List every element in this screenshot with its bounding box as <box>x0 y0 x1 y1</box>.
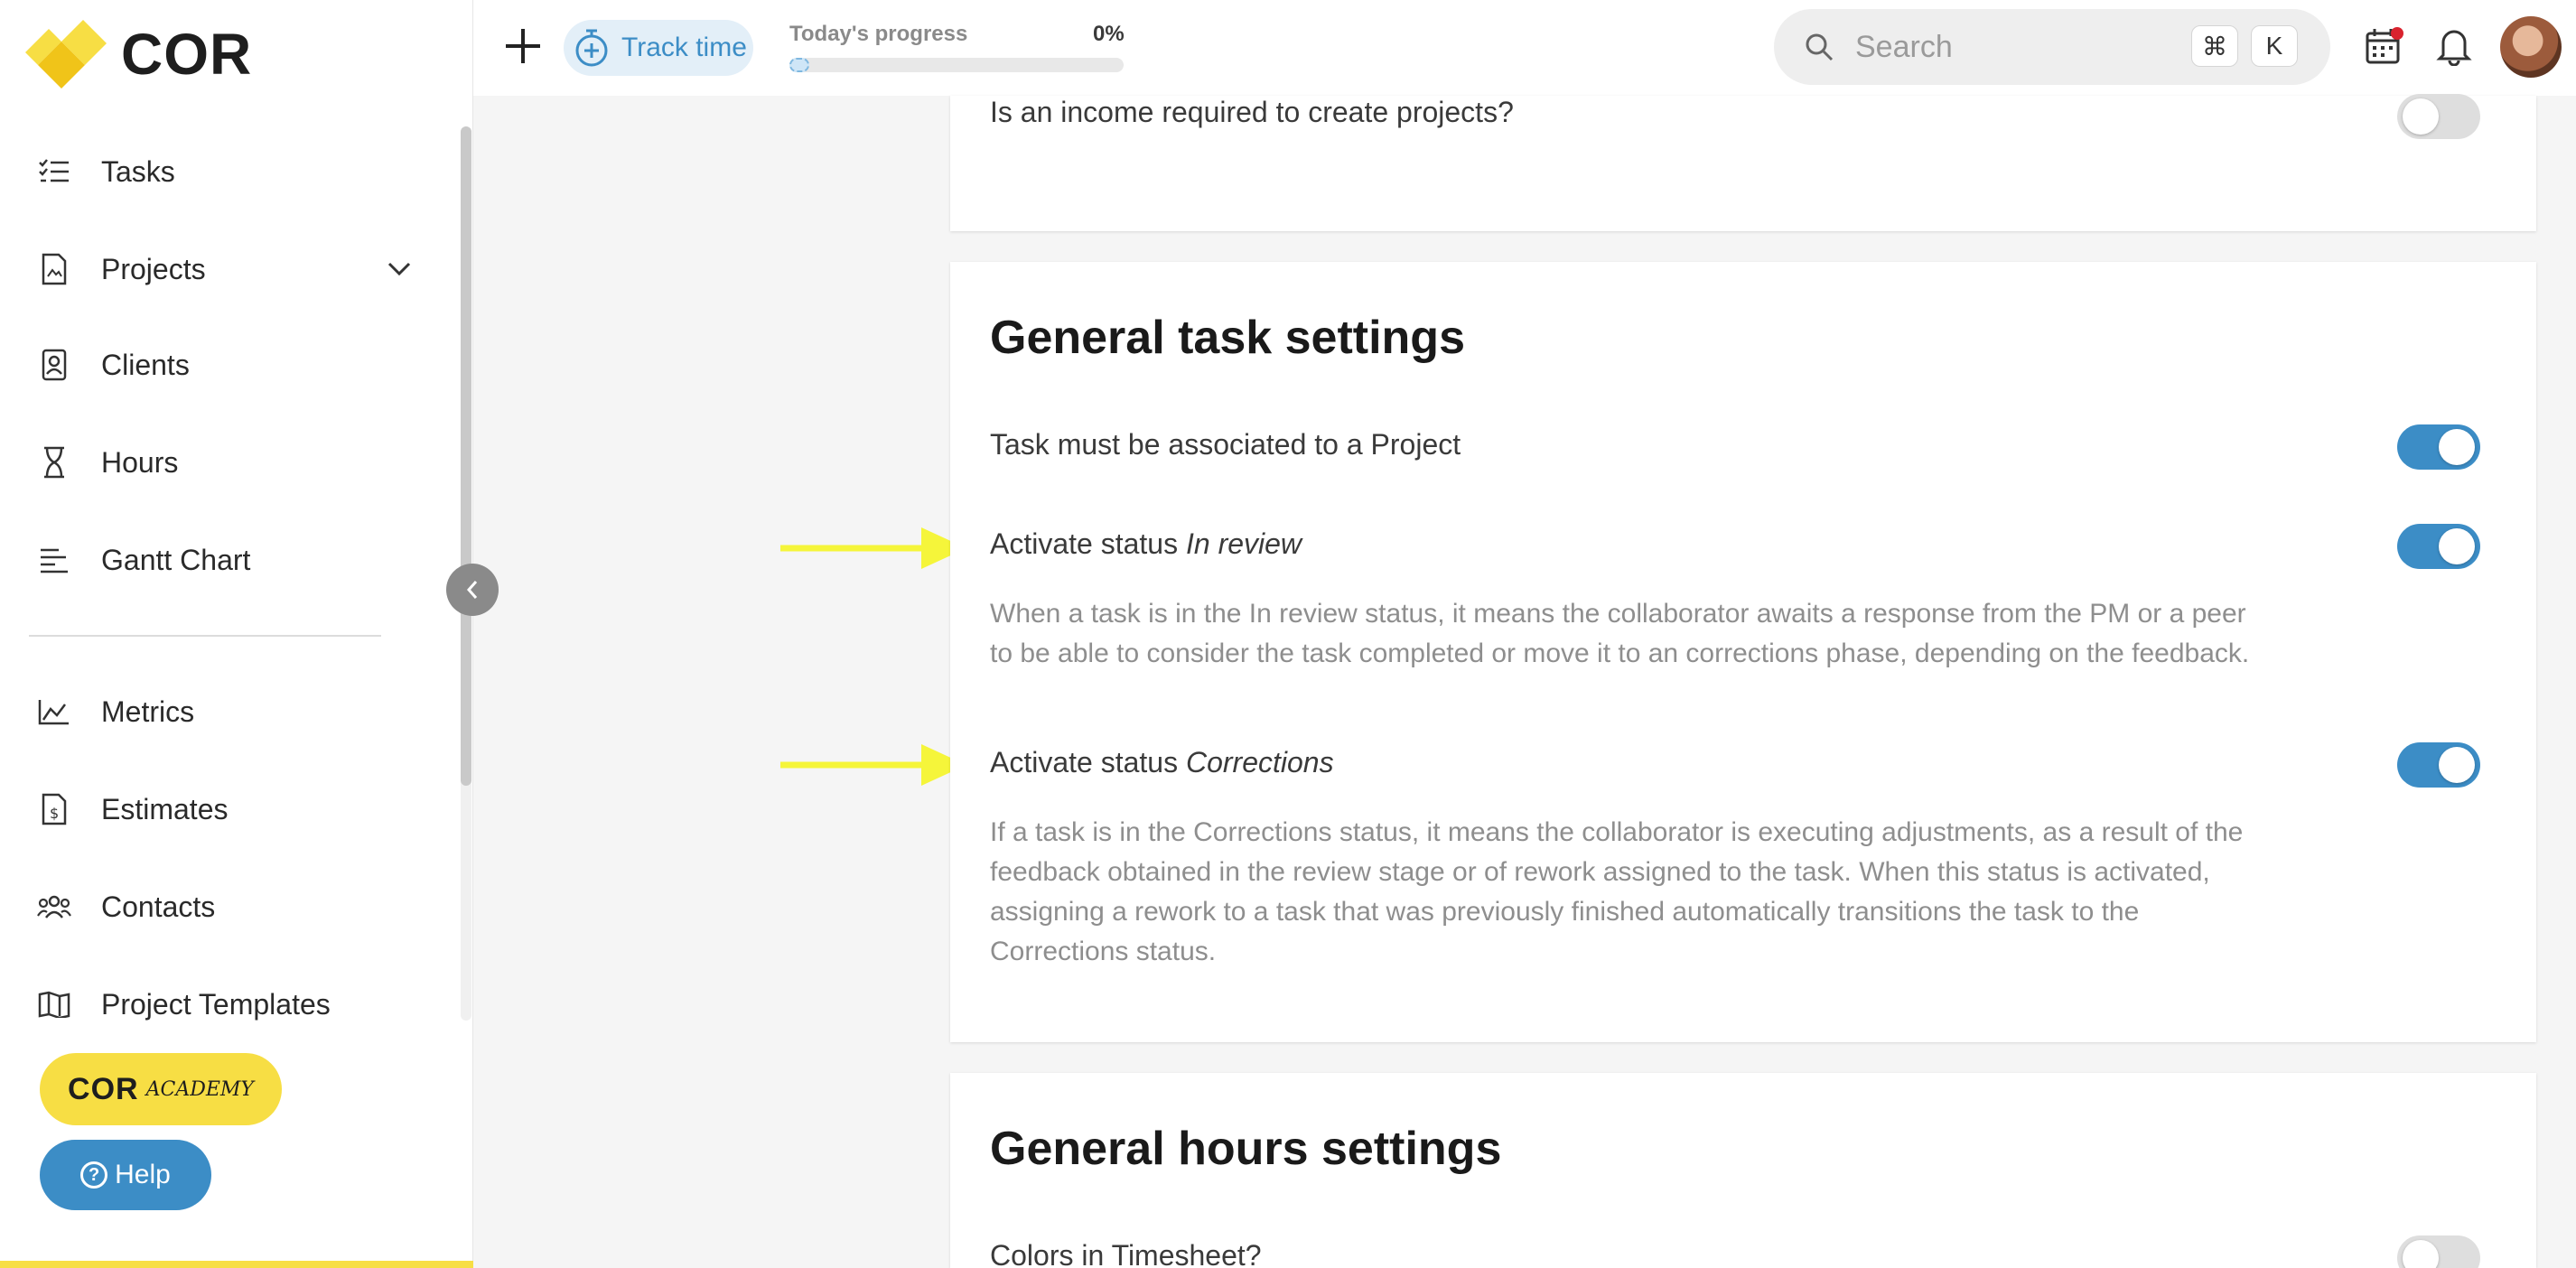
cor-logo-icon <box>25 20 107 89</box>
templates-icon <box>36 986 72 1022</box>
question-icon: ? <box>80 1161 108 1189</box>
setting-label-corrections: Activate status Corrections <box>990 746 1334 779</box>
track-time-label: Track time <box>621 33 747 62</box>
metrics-icon <box>36 694 72 730</box>
sidebar-item-label: Project Templates <box>101 987 331 1021</box>
toggle-knob <box>2403 1240 2439 1268</box>
search-input[interactable] <box>1855 29 2180 65</box>
user-avatar[interactable] <box>2500 16 2562 78</box>
sidebar-bottom-strip <box>0 1261 473 1268</box>
top-bar: Track time Today's progress 0% ⌘ K <box>473 0 2576 96</box>
setting-label: Colors in Timesheet? <box>990 1239 1262 1268</box>
sidebar-divider <box>29 635 381 637</box>
setting-description: When a task is in the In review status, … <box>990 599 2250 668</box>
toggle-knob <box>2439 747 2475 783</box>
tasks-list-icon <box>36 154 72 190</box>
in-review-status-toggle[interactable] <box>2397 524 2480 569</box>
setting-label: Task must be associated to a Project <box>990 428 1461 461</box>
corrections-status-toggle[interactable] <box>2397 742 2480 788</box>
sidebar-item-hours[interactable]: Hours <box>36 426 415 499</box>
sidebar-item-label: Metrics <box>101 695 195 728</box>
toggle-knob <box>2403 98 2439 135</box>
toggle-knob <box>2439 528 2475 564</box>
sidebar-item-metrics[interactable]: Metrics <box>36 676 415 748</box>
income-required-toggle[interactable] <box>2397 94 2480 139</box>
sidebar-item-contacts[interactable]: Contacts <box>36 871 415 943</box>
cor-academy-button[interactable]: COR ACADEMY <box>40 1053 282 1125</box>
svg-text:$: $ <box>50 805 59 822</box>
shortcut-key-cmd: ⌘ <box>2191 25 2238 67</box>
sidebar-item-label: Hours <box>101 445 179 479</box>
sidebar-item-gantt-chart[interactable]: Gantt Chart <box>36 524 415 596</box>
progress-bar-fill <box>789 58 809 72</box>
track-time-button[interactable]: Track time <box>564 20 753 76</box>
help-button[interactable]: ? Help <box>40 1140 211 1210</box>
academy-brand: COR <box>68 1071 139 1106</box>
plus-icon <box>506 29 540 63</box>
add-button[interactable] <box>500 23 546 69</box>
setting-description: If a task is in the Corrections status, … <box>990 817 2244 966</box>
status-name: In review <box>1185 527 1302 560</box>
progress-label: Today's progress <box>789 22 968 46</box>
estimates-icon: $ <box>36 791 72 827</box>
sidebar-item-label: Estimates <box>101 792 229 825</box>
clients-icon <box>36 347 72 383</box>
general-hours-settings-card: General hours settings Colors in Timeshe… <box>950 1073 2536 1268</box>
collapse-sidebar-button[interactable] <box>446 564 499 616</box>
status-name: Corrections <box>1185 746 1334 779</box>
sidebar-item-label: Contacts <box>101 890 216 923</box>
cor-logo[interactable]: COR <box>22 18 252 90</box>
calendar-icon <box>2366 27 2403 64</box>
sidebar-item-clients[interactable]: Clients <box>36 329 415 401</box>
help-label: Help <box>115 1160 171 1189</box>
hourglass-icon <box>36 444 72 480</box>
sidebar-item-label: Tasks <box>101 154 175 188</box>
gantt-icon <box>36 542 72 578</box>
sidebar-item-estimates[interactable]: $ Estimates <box>36 773 415 845</box>
calendar-button[interactable] <box>2361 23 2406 69</box>
stopwatch-icon <box>575 29 608 67</box>
sidebar-item-label: Projects <box>101 252 206 285</box>
notifications-button[interactable] <box>2431 23 2477 69</box>
setting-label-in-review: Activate status In review <box>990 527 1302 561</box>
card-title: General hours settings <box>990 1123 1502 1175</box>
sidebar-item-projects[interactable]: Projects <box>36 233 415 305</box>
task-project-association-toggle[interactable] <box>2397 424 2480 470</box>
card-title: General task settings <box>990 312 1465 364</box>
search-icon <box>1806 33 1834 61</box>
chevron-down-icon[interactable] <box>383 253 415 285</box>
annotation-arrow-corrections <box>780 744 966 786</box>
projects-icon <box>36 251 72 287</box>
sidebar-item-label: Clients <box>101 348 190 381</box>
brand-name: COR <box>121 22 253 87</box>
projects-settings-card: Is an income required to create projects… <box>950 94 2536 231</box>
search-box[interactable]: ⌘ K <box>1774 9 2330 85</box>
sidebar-item-label: Gantt Chart <box>101 543 251 576</box>
timesheet-colors-toggle[interactable] <box>2397 1235 2480 1268</box>
annotation-arrow-in-review <box>780 527 966 569</box>
label-prefix: Activate status <box>990 527 1186 560</box>
shortcut-key-k: K <box>2251 25 2298 67</box>
contacts-icon <box>36 889 72 925</box>
academy-sub-label: ACADEMY <box>145 1077 254 1101</box>
setting-label: Is an income required to create projects… <box>990 96 1514 128</box>
sidebar-item-tasks[interactable]: Tasks <box>36 135 415 208</box>
bell-icon <box>2436 30 2472 66</box>
label-prefix: Activate status <box>990 746 1186 779</box>
progress-value: 0% <box>1093 22 1125 46</box>
sidebar-item-project-templates[interactable]: Project Templates <box>36 968 415 1040</box>
toggle-knob <box>2439 429 2475 465</box>
sidebar: COR Tasks Projects Clients Hours Gantt C… <box>0 0 473 1268</box>
progress-bar <box>789 58 1124 72</box>
general-task-settings-card: General task settings Task must be assoc… <box>950 262 2536 1042</box>
chevron-left-icon <box>466 581 478 599</box>
sidebar-scrollbar-thumb[interactable] <box>461 126 471 786</box>
